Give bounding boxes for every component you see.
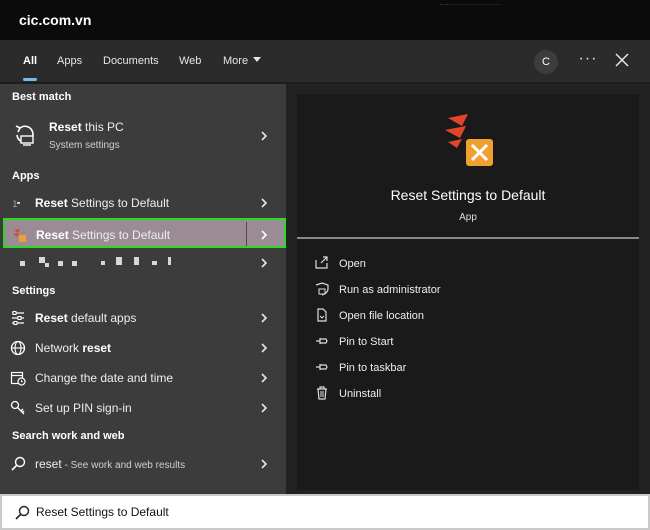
match-term: Reset bbox=[36, 228, 69, 242]
result-label: Reset default apps bbox=[35, 311, 136, 325]
preview-title: Reset Settings to Default bbox=[390, 187, 546, 203]
search-box[interactable]: Reset Settings to Default bbox=[0, 494, 650, 530]
apps-heading: Apps bbox=[12, 170, 40, 182]
result-redacted-app[interactable] bbox=[4, 248, 284, 278]
action-run-as-admin[interactable]: Run as administrator bbox=[315, 281, 615, 303]
file-location-icon bbox=[315, 308, 329, 322]
action-label: Run as administrator bbox=[339, 284, 441, 296]
chevron-right-icon[interactable] bbox=[258, 229, 270, 241]
app-small-icon: 1 bbox=[10, 195, 26, 211]
chevron-right-icon[interactable] bbox=[258, 458, 270, 470]
chevron-right-icon[interactable] bbox=[258, 197, 270, 209]
result-reset-this-pc[interactable]: Reset this PC System settings bbox=[4, 115, 284, 157]
result-app-reset-settings[interactable]: 1 Reset Settings to Default bbox=[4, 188, 284, 218]
globe-icon bbox=[10, 340, 26, 356]
result-network-reset[interactable]: Network reset bbox=[4, 333, 284, 363]
pin-icon bbox=[315, 360, 329, 374]
web-term: reset bbox=[35, 457, 62, 471]
result-subtitle: System settings bbox=[49, 140, 120, 151]
label-rest: default apps bbox=[67, 311, 137, 325]
action-label: Pin to taskbar bbox=[339, 362, 407, 374]
action-label: Pin to Start bbox=[339, 336, 394, 348]
watermark-text: cic.com.vn bbox=[19, 12, 92, 28]
app-preview-card: Reset Settings to Default App bbox=[297, 94, 639, 249]
search-icon bbox=[10, 456, 26, 472]
action-open[interactable]: Open bbox=[315, 255, 615, 277]
match-term: reset bbox=[82, 341, 112, 355]
result-web-search[interactable]: reset - See work and web results bbox=[4, 449, 284, 479]
action-open-file-location[interactable]: Open file location bbox=[315, 307, 615, 329]
search-input[interactable]: Reset Settings to Default bbox=[36, 505, 169, 519]
label-rest: Settings to Default bbox=[67, 196, 170, 210]
match-term: Reset bbox=[49, 120, 82, 134]
result-label: Reset Settings to Default bbox=[36, 228, 170, 242]
tab-documents[interactable]: Documents bbox=[103, 40, 159, 83]
calendar-clock-icon bbox=[10, 370, 26, 386]
chevron-right-icon[interactable] bbox=[258, 130, 270, 142]
profile-avatar[interactable]: C bbox=[534, 50, 558, 74]
web-hint: - See work and web results bbox=[61, 460, 186, 471]
action-pin-to-taskbar[interactable]: Pin to taskbar bbox=[315, 359, 615, 381]
result-setup-pin[interactable]: Set up PIN sign-in bbox=[4, 393, 284, 423]
result-change-date-time[interactable]: Change the date and time bbox=[4, 363, 284, 393]
pin-icon bbox=[315, 334, 329, 348]
actions-list: Open Run as administrator Open file loca… bbox=[297, 240, 639, 490]
label-rest: Settings to Default bbox=[68, 228, 171, 242]
match-term: Reset bbox=[35, 311, 68, 325]
tab-web[interactable]: Web bbox=[179, 40, 201, 83]
results-panel: Best match Reset this PC System settings… bbox=[0, 84, 286, 494]
preview-panel: Reset Settings to Default App Open Run a… bbox=[286, 84, 650, 494]
match-term: Reset bbox=[35, 196, 68, 210]
shield-icon bbox=[315, 282, 329, 296]
decorative-specks bbox=[440, 4, 500, 6]
row-separator bbox=[246, 222, 247, 246]
action-uninstall[interactable]: Uninstall bbox=[315, 385, 615, 407]
action-pin-to-start[interactable]: Pin to Start bbox=[315, 333, 615, 355]
tab-all[interactable]: All bbox=[23, 40, 38, 83]
tab-more-label: More bbox=[223, 55, 249, 67]
tab-more[interactable]: More bbox=[223, 40, 262, 83]
settings-heading: Settings bbox=[12, 285, 56, 297]
label-rest: this PC bbox=[81, 120, 124, 134]
result-label: reset - See work and web results bbox=[35, 457, 185, 471]
reset-settings-app-icon bbox=[442, 114, 494, 168]
close-icon[interactable] bbox=[612, 50, 632, 70]
tab-apps[interactable]: Apps bbox=[57, 40, 82, 83]
open-icon bbox=[315, 256, 329, 270]
chevron-right-icon[interactable] bbox=[258, 372, 270, 384]
reset-pc-icon bbox=[12, 121, 38, 147]
svg-text:1: 1 bbox=[12, 200, 18, 210]
watermark-bar: cic.com.vn bbox=[0, 0, 650, 40]
chevron-down-icon bbox=[253, 57, 262, 62]
preview-type: App bbox=[459, 212, 477, 223]
list-settings-icon bbox=[10, 310, 26, 326]
chevron-right-icon[interactable] bbox=[258, 312, 270, 324]
chevron-right-icon[interactable] bbox=[258, 342, 270, 354]
key-icon bbox=[10, 400, 26, 416]
result-label: Change the date and time bbox=[35, 371, 174, 385]
trash-icon bbox=[315, 386, 329, 400]
action-label: Uninstall bbox=[339, 388, 382, 400]
result-label: Network reset bbox=[35, 341, 111, 355]
more-options-icon[interactable]: ··· bbox=[578, 49, 598, 73]
action-label: Open file location bbox=[339, 310, 424, 322]
chevron-right-icon[interactable] bbox=[258, 402, 270, 414]
result-label: Set up PIN sign-in bbox=[35, 401, 132, 415]
result-label: Reset this PC bbox=[49, 120, 124, 134]
chevron-right-icon[interactable] bbox=[258, 257, 270, 269]
reset-settings-app-icon bbox=[11, 227, 27, 243]
label-pre: Network bbox=[35, 341, 83, 355]
result-label: Reset Settings to Default bbox=[35, 196, 169, 210]
result-app-reset-settings-selected[interactable]: Reset Settings to Default bbox=[3, 218, 286, 248]
preview-divider bbox=[297, 237, 639, 239]
search-icon bbox=[14, 505, 30, 521]
result-reset-default-apps[interactable]: Reset default apps bbox=[4, 303, 284, 333]
best-match-heading: Best match bbox=[12, 91, 72, 103]
action-label: Open bbox=[339, 258, 366, 270]
search-web-heading: Search work and web bbox=[12, 430, 125, 442]
